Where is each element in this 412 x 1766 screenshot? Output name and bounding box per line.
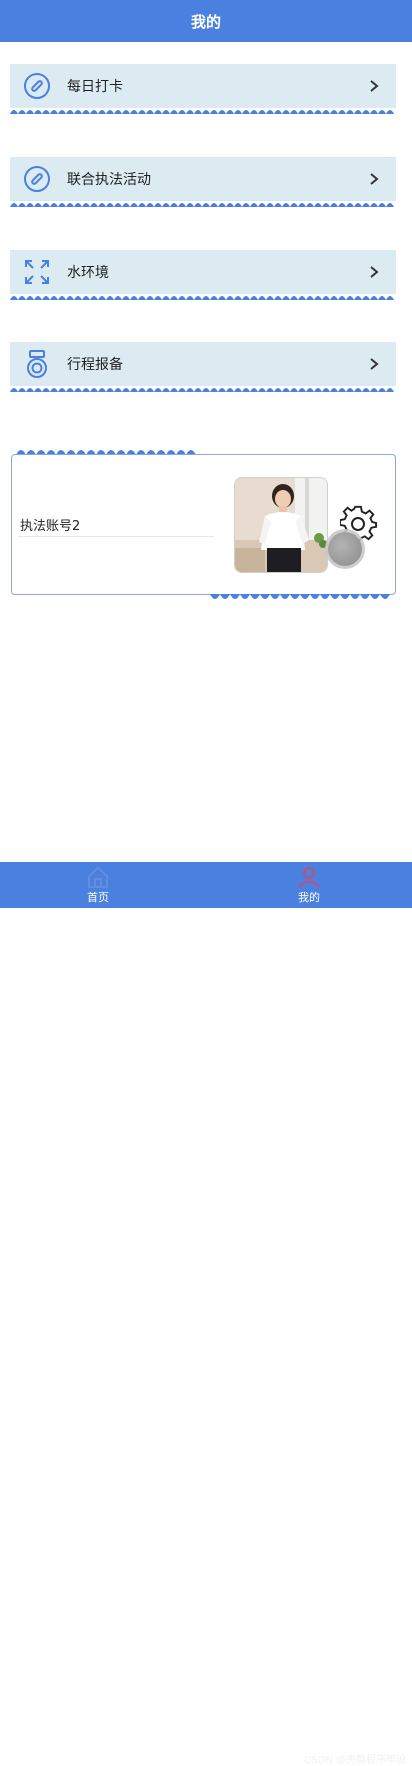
app-header: 我的	[0, 0, 412, 42]
watermark: CSDN @杰简程序毕设	[304, 1755, 406, 1766]
link-icon	[22, 71, 52, 101]
expand-icon	[22, 257, 52, 287]
wave-divider	[210, 594, 396, 599]
menu-label: 每日打卡	[67, 79, 123, 95]
menu-item-trip-report[interactable]: 行程报备	[10, 342, 396, 392]
wave-divider	[10, 110, 396, 114]
floating-assistive-ball[interactable]	[328, 532, 362, 566]
tab-label: 我的	[298, 890, 320, 904]
profile-card: 执法账号2	[11, 454, 396, 595]
menu-label: 联合执法活动	[67, 172, 151, 188]
page-title: 我的	[190, 12, 221, 31]
link-icon	[22, 164, 52, 194]
wave-divider	[10, 388, 396, 392]
menu-label: 水环境	[67, 265, 109, 281]
bottom-tab-bar: 首页 我的 CSDN @杰简程序毕设	[0, 862, 412, 1766]
medal-icon	[22, 349, 52, 379]
chevron-right-icon	[364, 262, 384, 282]
chevron-right-icon	[364, 169, 384, 189]
account-name: 执法账号2	[20, 519, 81, 534]
user-icon	[298, 866, 320, 888]
menu-item-water-environment[interactable]: 水环境	[10, 250, 396, 300]
avatar[interactable]	[234, 477, 328, 573]
tab-label: 首页	[87, 890, 109, 904]
divider	[18, 536, 214, 537]
chevron-right-icon	[364, 354, 384, 374]
menu-label: 行程报备	[67, 357, 123, 373]
wave-divider	[10, 296, 396, 300]
home-icon	[88, 866, 108, 888]
menu-item-daily-checkin[interactable]: 每日打卡	[10, 64, 396, 114]
menu-item-joint-enforcement[interactable]: 联合执法活动	[10, 157, 396, 207]
tab-mine[interactable]: 我的	[269, 862, 349, 908]
wave-divider	[10, 203, 396, 207]
chevron-right-icon	[364, 76, 384, 96]
tab-home[interactable]: 首页	[58, 862, 138, 908]
